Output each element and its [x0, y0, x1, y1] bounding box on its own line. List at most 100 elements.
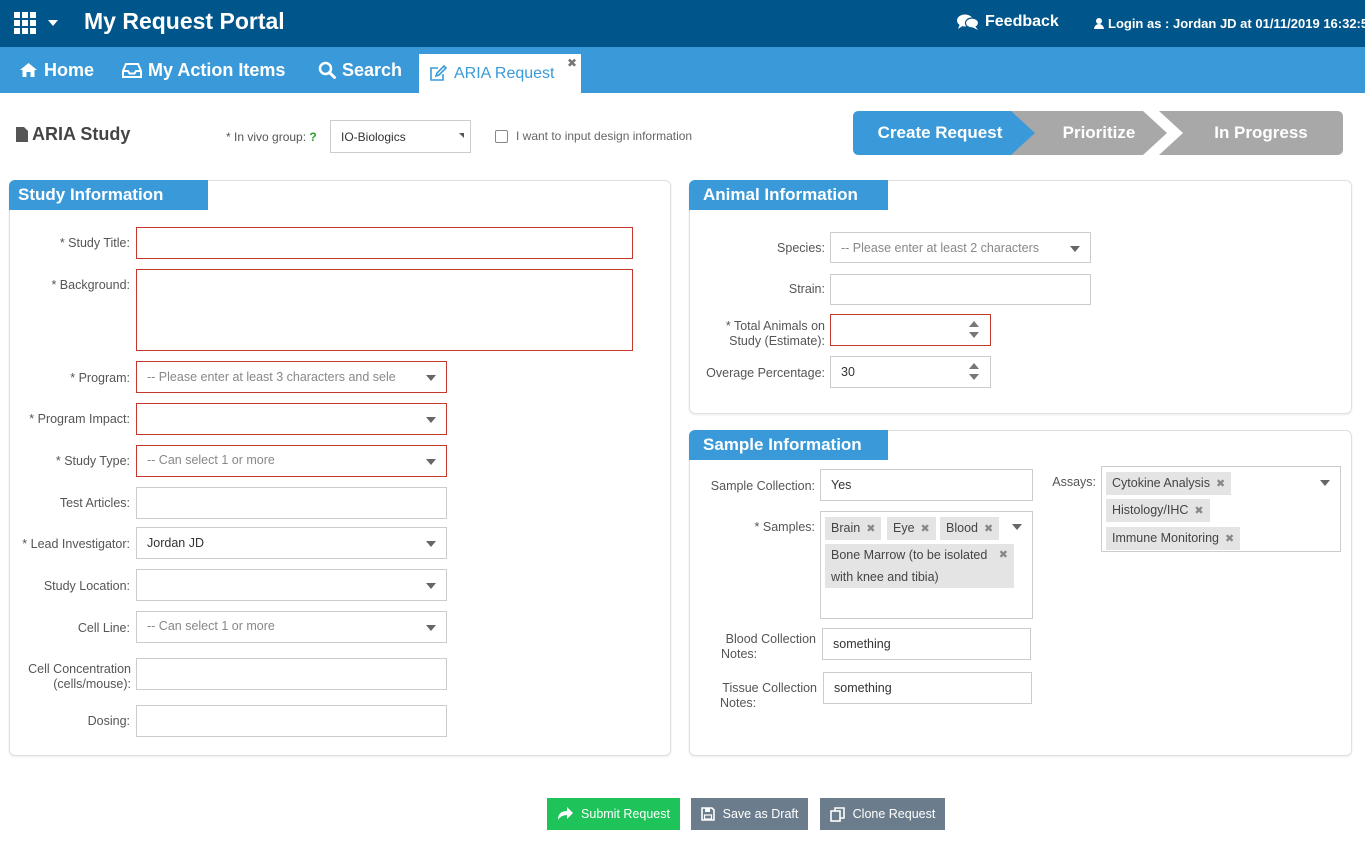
top-bar: My Request Portal Feedback Login as : Jo… — [0, 0, 1365, 47]
overage-stepper[interactable]: 30 — [830, 356, 991, 388]
tissue-notes-label-line1: Tissue Collection — [722, 681, 817, 695]
study-type-select[interactable]: -- Can select 1 or more — [136, 445, 447, 477]
study-title-input[interactable] — [136, 227, 633, 259]
help-icon[interactable]: ? — [309, 130, 316, 144]
nav-home[interactable]: Home — [19, 47, 94, 93]
sample-information-title: Sample Information — [689, 430, 888, 460]
study-type-label: * Study Type: — [55, 454, 130, 468]
total-animals-label: * Total Animals on Study (Estimate): — [695, 319, 825, 349]
close-icon[interactable]: ✖ — [567, 56, 577, 70]
strain-input[interactable] — [830, 274, 1091, 305]
program-impact-select[interactable] — [136, 403, 447, 435]
chevron-down-icon — [48, 20, 58, 26]
sample-collection-input[interactable]: Yes — [820, 469, 1033, 501]
document-icon — [16, 127, 28, 142]
submit-request-button[interactable]: Submit Request — [547, 798, 680, 830]
remove-icon[interactable]: ✖ — [999, 544, 1008, 566]
remove-icon[interactable]: ✖ — [866, 523, 875, 535]
blood-notes-input[interactable]: something — [822, 628, 1031, 660]
apps-grid-icon — [14, 12, 36, 34]
login-info: Login as : Jordan JD at 01/11/2019 16:32… — [1094, 16, 1365, 31]
design-info-checkbox[interactable] — [495, 129, 508, 143]
step-label: In Progress — [1214, 123, 1308, 142]
study-information-title: Study Information — [9, 180, 208, 210]
floppy-disk-icon — [700, 807, 715, 821]
nav-bar: Home My Action Items Search — [0, 47, 1365, 93]
study-location-label: Study Location: — [43, 579, 130, 593]
tab-aria-request-label: ARIA Request — [454, 64, 555, 82]
remove-icon[interactable]: ✖ — [984, 523, 993, 535]
chip-label-line1: Bone Marrow (to be isolated — [831, 548, 988, 562]
invivo-group-select[interactable]: IO-Biologics — [330, 120, 471, 153]
study-title-label: * Study Title: — [59, 236, 130, 250]
chevron-down-icon — [1012, 524, 1022, 530]
sample-chip-blood: Blood ✖ — [940, 517, 1000, 540]
nav-home-label: Home — [44, 59, 95, 80]
program-placeholder: -- Please enter at least 3 characters an… — [147, 370, 396, 384]
blood-notes-label-line1: Blood Collection — [725, 632, 816, 646]
remove-icon[interactable]: ✖ — [1225, 533, 1234, 545]
sample-chip-bone-marrow: Bone Marrow (to be isolated ✖ with knee a… — [825, 544, 1014, 588]
chip-label: Immune Monitoring — [1112, 531, 1219, 545]
assays-label: Assays: — [1052, 475, 1096, 489]
total-animals-label-line2: Study (Estimate): — [729, 334, 825, 348]
clone-request-label: Clone Request — [852, 807, 936, 821]
chevron-down-icon — [1070, 245, 1080, 252]
page-title: ARIA Study — [16, 124, 130, 145]
test-articles-input[interactable] — [136, 487, 447, 519]
nav-action-items[interactable]: My Action Items — [122, 47, 285, 93]
tissue-notes-value: something — [834, 681, 892, 695]
strain-label: Strain: — [788, 282, 825, 296]
overage-label: Overage Percentage: — [706, 366, 825, 380]
total-animals-stepper[interactable] — [830, 314, 991, 346]
chip-label: Cytokine Analysis — [1112, 476, 1210, 490]
feedback-link[interactable]: Feedback — [957, 13, 1059, 31]
lead-investigator-value: Jordan JD — [147, 536, 204, 550]
chip-label-line2: with knee and tibia) — [831, 570, 939, 584]
dosing-label: Dosing: — [87, 714, 130, 728]
chip-label: Histology/IHC — [1112, 503, 1189, 517]
cell-line-select[interactable]: -- Can select 1 or more — [136, 611, 447, 643]
lead-investigator-select[interactable]: Jordan JD — [136, 527, 447, 559]
tissue-notes-label-line2: Notes: — [720, 696, 757, 710]
study-type-placeholder: -- Can select 1 or more — [147, 453, 275, 467]
save-draft-button[interactable]: Save as Draft — [691, 798, 808, 830]
test-articles-label: Test Articles: — [59, 496, 130, 510]
species-select[interactable]: -- Please enter at least 2 characters — [830, 232, 1091, 263]
inbox-icon — [122, 63, 142, 78]
remove-icon[interactable]: ✖ — [921, 523, 930, 535]
chevron-down-icon — [426, 625, 436, 631]
comments-icon — [957, 14, 979, 30]
dosing-input[interactable] — [136, 705, 447, 737]
remove-icon[interactable]: ✖ — [1194, 505, 1203, 517]
study-location-select[interactable] — [136, 569, 447, 601]
species-placeholder: -- Please enter at least 2 characters — [841, 240, 1040, 255]
user-icon — [1094, 18, 1104, 29]
cell-line-placeholder: -- Can select 1 or more — [147, 619, 275, 633]
select-corner-icon — [459, 133, 464, 138]
sample-collection-label: Sample Collection: — [710, 479, 815, 493]
chevron-down-icon — [426, 417, 436, 423]
sample-collection-value: Yes — [831, 478, 852, 492]
cell-concentration-input[interactable] — [136, 658, 447, 690]
cell-concentration-label: Cell Concentration (cells/mouse): — [14, 662, 131, 692]
spinner-icon[interactable] — [969, 321, 979, 338]
app-launcher-button[interactable] — [14, 12, 58, 34]
tab-aria-request[interactable]: ARIA Request ✖ — [419, 54, 581, 93]
program-select[interactable]: -- Please enter at least 3 characters an… — [136, 361, 447, 393]
blood-notes-label: Blood Collection Notes: — [695, 632, 816, 662]
clone-request-button[interactable]: Clone Request — [820, 798, 945, 830]
tissue-notes-input[interactable]: something — [823, 672, 1032, 704]
spinner-icon[interactable] — [969, 363, 979, 380]
design-info-checkbox-row: I want to input design information — [495, 129, 692, 143]
background-label: * Background: — [51, 278, 130, 292]
submit-request-label: Submit Request — [581, 807, 670, 821]
background-textarea[interactable] — [136, 269, 633, 351]
animal-information-title: Animal Information — [689, 180, 888, 210]
nav-search[interactable]: Search — [318, 47, 402, 93]
nav-action-items-label: My Action Items — [148, 59, 286, 80]
invivo-group-label-text: * In vivo group: — [226, 130, 307, 144]
sample-chip-eye: Eye ✖ — [887, 517, 936, 540]
chip-label: Eye — [893, 521, 915, 535]
remove-icon[interactable]: ✖ — [1216, 478, 1225, 490]
